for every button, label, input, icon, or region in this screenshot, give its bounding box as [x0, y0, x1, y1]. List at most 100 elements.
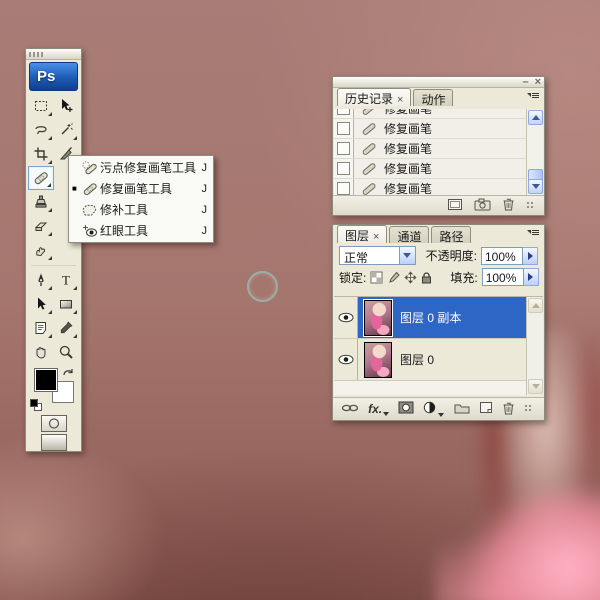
- foreground-color-swatch[interactable]: [34, 368, 58, 392]
- history-source-checkbox[interactable]: [334, 139, 354, 158]
- scroll-down-button[interactable]: [528, 179, 543, 194]
- history-source-checkbox[interactable]: [334, 109, 354, 118]
- new-snapshot-icon[interactable]: [474, 198, 491, 214]
- tab-close-icon[interactable]: ×: [373, 231, 379, 243]
- lock-all-icon[interactable]: [421, 271, 432, 284]
- tab-channels[interactable]: 通道: [389, 226, 429, 243]
- tab-history[interactable]: 历史记录×: [337, 88, 411, 106]
- tab-paths[interactable]: 路径: [431, 226, 471, 243]
- delete-state-trash-icon[interactable]: [502, 197, 515, 214]
- panel-menu-icon[interactable]: [526, 89, 540, 103]
- opacity-spinner-icon[interactable]: [523, 247, 538, 265]
- resize-grip[interactable]: [526, 201, 536, 211]
- tool-notes[interactable]: [28, 316, 54, 340]
- tool-crop[interactable]: [28, 142, 54, 166]
- layer-row[interactable]: 图层 0: [334, 339, 526, 381]
- tool-shape[interactable]: [54, 292, 80, 316]
- tab-actions[interactable]: 动作: [413, 89, 453, 106]
- tool-hand[interactable]: [28, 340, 54, 364]
- delete-layer-trash-icon[interactable]: [502, 401, 515, 418]
- menu-item-spot-healing-brush[interactable]: 污点修复画笔工具 J: [69, 157, 213, 178]
- tool-clone-stamp[interactable]: [28, 190, 54, 214]
- menu-item-healing-brush[interactable]: ■ 修复画笔工具 J: [69, 178, 213, 199]
- active-tool-marker: ■: [72, 185, 80, 193]
- visibility-toggle[interactable]: [334, 339, 358, 380]
- menu-item-patch-tool[interactable]: 修补工具 J: [69, 199, 213, 220]
- layer-name[interactable]: 图层 0 副本: [400, 309, 461, 326]
- add-layer-mask-icon[interactable]: [398, 401, 414, 417]
- toolbox-palette: Ps: [25, 48, 82, 452]
- history-source-checkbox[interactable]: [334, 179, 354, 195]
- tab-close-icon[interactable]: ×: [397, 94, 403, 106]
- close-button[interactable]: ×: [535, 78, 541, 87]
- lock-position-icon[interactable]: [404, 271, 417, 284]
- visibility-toggle[interactable]: [334, 297, 358, 338]
- new-document-from-state-icon[interactable]: [447, 198, 463, 214]
- layer-thumbnail[interactable]: [364, 300, 392, 336]
- history-row[interactable]: 修复画笔: [334, 139, 526, 159]
- panel-menu-icon[interactable]: [526, 226, 540, 240]
- new-group-folder-icon[interactable]: [454, 402, 470, 417]
- history-row[interactable]: 修复画笔: [334, 109, 526, 119]
- healing-brush-state-icon: [354, 109, 384, 116]
- tool-magic-wand[interactable]: [54, 118, 80, 142]
- tool-smudge[interactable]: [28, 238, 54, 262]
- swap-colors-icon[interactable]: [62, 367, 75, 382]
- layer-thumbnail[interactable]: [364, 342, 392, 378]
- blend-mode-select[interactable]: 正常: [339, 246, 416, 265]
- pen-icon: [33, 272, 49, 288]
- opacity-field[interactable]: 100%: [481, 247, 538, 265]
- tool-separator: [31, 262, 76, 266]
- layers-scrollbar[interactable]: [526, 297, 543, 395]
- screen-mode-button[interactable]: [41, 434, 67, 451]
- resize-grip[interactable]: [524, 404, 534, 414]
- tool-eraser[interactable]: [28, 214, 54, 238]
- lock-transparency-icon[interactable]: [370, 271, 383, 284]
- new-layer-icon[interactable]: [479, 401, 493, 417]
- history-row[interactable]: 修复画笔: [334, 119, 526, 139]
- history-source-checkbox[interactable]: [334, 119, 354, 138]
- default-colors-icon[interactable]: [30, 399, 43, 412]
- history-row[interactable]: 修复画笔: [334, 159, 526, 179]
- minimize-button[interactable]: –: [522, 78, 528, 87]
- healing-brush-state-icon: [354, 182, 384, 196]
- tool-pen[interactable]: [28, 268, 54, 292]
- tool-zoom[interactable]: [54, 340, 80, 364]
- tool-rectangular-marquee[interactable]: [28, 94, 54, 118]
- history-titlebar[interactable]: – ×: [333, 77, 544, 88]
- layer-name[interactable]: 图层 0: [400, 351, 434, 368]
- history-tabs: 历史记录× 动作: [333, 88, 544, 106]
- lock-pixels-icon[interactable]: [387, 271, 400, 284]
- opacity-value[interactable]: 100%: [481, 247, 523, 265]
- lasso-icon: [33, 122, 49, 138]
- tool-eyedropper[interactable]: [54, 316, 80, 340]
- scroll-down-button[interactable]: [528, 379, 543, 394]
- history-row[interactable]: 修复画笔: [334, 179, 526, 195]
- tool-lasso[interactable]: [28, 118, 54, 142]
- fill-field[interactable]: 100%: [482, 268, 539, 286]
- tab-layers[interactable]: 图层×: [337, 225, 387, 243]
- scroll-up-button[interactable]: [528, 110, 543, 125]
- quick-mask-button[interactable]: [41, 415, 67, 432]
- scroll-up-button[interactable]: [528, 298, 543, 313]
- history-list: 修复画笔 修复画笔 修复画笔 修复画笔: [334, 109, 543, 195]
- fill-value[interactable]: 100%: [482, 268, 524, 286]
- link-layers-icon[interactable]: [341, 402, 359, 416]
- layer-style-fx-icon[interactable]: fx.: [368, 402, 389, 416]
- menu-item-red-eye-tool[interactable]: 红眼工具 J: [69, 220, 213, 241]
- tool-move[interactable]: [54, 94, 80, 118]
- eye-icon: [338, 312, 354, 323]
- history-scrollbar[interactable]: [526, 109, 543, 195]
- healing-brush-cursor[interactable]: [247, 271, 278, 302]
- layer-row-selected[interactable]: 图层 0 副本: [334, 297, 526, 339]
- healing-brush-state-icon: [354, 122, 384, 136]
- fill-spinner-icon[interactable]: [524, 268, 539, 286]
- combo-arrow-icon[interactable]: [399, 247, 415, 264]
- tool-type[interactable]: T: [54, 268, 80, 292]
- history-source-checkbox[interactable]: [334, 159, 354, 178]
- tool-healing-brush[interactable]: [28, 166, 54, 190]
- toolbox-titlebar[interactable]: [26, 49, 81, 60]
- adjustment-layer-icon[interactable]: [423, 401, 444, 417]
- tool-path-select[interactable]: [28, 292, 54, 316]
- lock-icons: [370, 271, 432, 284]
